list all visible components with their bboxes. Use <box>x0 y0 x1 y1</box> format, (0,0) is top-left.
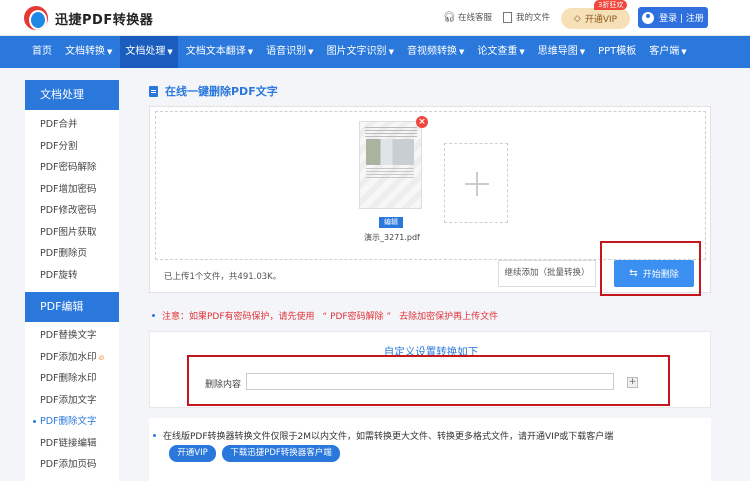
fire-icon: 🔥︎ <box>98 352 105 362</box>
nav-item-doc-convert[interactable]: 文档转换 ▼ <box>60 36 117 68</box>
sidebar-item-pdf-extract-images[interactable]: PDF图片获取 <box>25 222 119 244</box>
sidebar-item-pdf-remove-watermark[interactable]: PDF删除水印 <box>25 368 119 390</box>
nav-item-ppt[interactable]: PPT模板 <box>593 36 641 68</box>
notice-suffix: 去除加密保护再上传文件 <box>399 312 499 322</box>
diamond-icon: ◇ <box>573 13 581 24</box>
login-register-button[interactable]: 登录 | 注册 <box>638 7 708 28</box>
nav-item-translate[interactable]: 文档文本翻译 ▼ <box>181 36 258 68</box>
sidebar-item-pdf-add-watermark[interactable]: PDF添加水印 🔥︎ <box>25 347 119 369</box>
thumbnail-photo <box>366 139 414 165</box>
continue-add-button[interactable]: 继续添加（批量转换） <box>498 260 596 287</box>
nav-item-plagiarism[interactable]: 论文查重 ▼ <box>472 36 529 68</box>
logo[interactable]: 迅捷PDF转换器 <box>24 6 153 30</box>
promo-panel: 在线版PDF转换器转换文件仅限于2M以内文件，如需转换更大文件、转换更多格式文件… <box>149 418 711 481</box>
highlight-box-field <box>187 355 670 406</box>
nav-label: 音视频转换 <box>406 46 457 57</box>
open-vip-button[interactable]: ◇ 开通VIP <box>561 8 630 29</box>
nav-label: 文档文本翻译 <box>185 46 246 57</box>
sidebar-item-label: PDF添加水印 <box>40 351 97 363</box>
document-icon <box>149 85 158 97</box>
sidebar-item-label: PDF删除文字 <box>40 416 97 427</box>
logo-text: 迅捷PDF转换器 <box>55 12 154 28</box>
nav-label: 语音识别 <box>266 46 307 57</box>
bullet-dot-icon <box>152 314 155 317</box>
sidebar-item-pdf-edit-links[interactable]: PDF链接编辑 <box>25 433 119 455</box>
notice-prefix: 注意：如果PDF有密码保护，请先使用 <box>162 312 315 322</box>
user-icon <box>642 11 655 24</box>
sidebar-section-doc-process: 文档处理 <box>25 80 119 110</box>
sidebar-item-pdf-unlock[interactable]: PDF密码解除 <box>25 157 119 179</box>
password-notice: 注意：如果PDF有密码保护，请先使用 “ PDF密码解除 ” 去除加密保护再上传… <box>152 309 498 322</box>
pdf-thumbnail[interactable] <box>359 121 422 209</box>
sidebar-item-pdf-add-page-numbers[interactable]: PDF添加页码 <box>25 454 119 476</box>
login-register-label: 登录 | 注册 <box>659 14 704 24</box>
upload-summary: 已上传1个文件，共491.03K。 <box>164 272 282 282</box>
sidebar-item-pdf-add-text[interactable]: PDF添加文字 <box>25 390 119 412</box>
file-dropzone[interactable] <box>155 111 706 260</box>
sidebar-item-pdf-replace-text[interactable]: PDF替换文字 <box>25 325 119 347</box>
thumbnail-header-lines <box>365 127 417 137</box>
remove-file-icon[interactable]: × <box>416 116 428 128</box>
thumbnail-text-lines <box>366 168 414 178</box>
caret-down-icon: ▼ <box>681 48 687 56</box>
caret-down-icon: ▼ <box>107 48 113 56</box>
plus-icon-vertical <box>476 172 478 196</box>
download-client-button[interactable]: 下载迅捷PDF转换器客户端 <box>222 445 340 462</box>
nav-label: 图片文字识别 <box>326 46 387 57</box>
file-name: 演示_3271.pdf <box>364 233 420 242</box>
page-title-text: 在线一键删除PDF文字 <box>165 85 278 98</box>
caret-down-icon: ▼ <box>308 48 314 56</box>
my-files-label: 我的文件 <box>516 13 551 23</box>
promo-text: 在线版PDF转换器转换文件仅限于2M以内文件，如需转换更大文件、转换更多格式文件… <box>153 429 613 442</box>
headset-icon: 🎧︎ <box>443 11 456 23</box>
logo-icon <box>24 6 48 30</box>
nav-label: 客户端 <box>649 46 680 57</box>
nav-item-mindmap[interactable]: 思维导图 ▼ <box>533 36 590 68</box>
sidebar-item-pdf-merge[interactable]: PDF合并 <box>25 114 119 136</box>
nav-item-home[interactable]: 首页 <box>27 36 57 68</box>
nav-item-doc-process[interactable]: 文档处理 ▼ <box>120 36 178 68</box>
customer-service-link[interactable]: 🎧︎ 在线客服 <box>443 11 493 24</box>
sidebar-item-pdf-delete-pages[interactable]: PDF删除页 <box>25 243 119 265</box>
caret-down-icon: ▼ <box>458 48 465 56</box>
file-icon <box>503 11 512 23</box>
page-title: 在线一键删除PDF文字 <box>149 83 278 99</box>
caret-down-icon: ▼ <box>167 48 173 56</box>
add-file-box[interactable] <box>444 143 508 223</box>
nav-label: 首页 <box>32 46 52 57</box>
sidebar-item-pdf-add-password[interactable]: PDF增加密码 <box>25 179 119 201</box>
caret-down-icon: ▼ <box>388 48 394 56</box>
vip-promo-badge: 3折狂欢 <box>594 0 628 10</box>
nav-item-speech[interactable]: 语音识别 ▼ <box>261 36 318 68</box>
nav-label: 文档处理 <box>125 46 166 57</box>
nav-label: 文档转换 <box>65 46 105 57</box>
sidebar: 文档处理 PDF合并 PDF分割 PDF密码解除 PDF增加密码 PDF修改密码… <box>25 80 119 481</box>
nav-item-av-convert[interactable]: 音视频转换 ▼ <box>402 36 469 68</box>
main-nav: 首页 文档转换 ▼ 文档处理 ▼ 文档文本翻译 ▼ 语音识别 ▼ 图片文字识别 ▼ 音视频… <box>0 36 750 68</box>
pdf-unlock-link[interactable]: “ PDF密码解除 ” <box>323 309 392 322</box>
caret-down-icon: ▼ <box>579 48 586 56</box>
bullet-dot-icon <box>153 434 156 437</box>
nav-item-client[interactable]: 客户端 ▼ <box>644 36 691 68</box>
nav-label: 论文查重 <box>477 46 518 57</box>
sidebar-item-pdf-rotate[interactable]: PDF旋转 <box>25 265 119 287</box>
sidebar-section-pdf-edit: PDF编辑 <box>25 292 119 322</box>
promo-message: 在线版PDF转换器转换文件仅限于2M以内文件，如需转换更大文件、转换更多格式文件… <box>163 432 614 442</box>
active-dot-icon <box>33 420 36 423</box>
promo-open-vip-button[interactable]: 开通VIP <box>169 445 216 462</box>
nav-label: PPT模板 <box>598 46 637 57</box>
caret-down-icon: ▼ <box>247 48 254 56</box>
customer-service-label: 在线客服 <box>458 13 493 23</box>
open-vip-label: 开通VIP <box>584 15 618 25</box>
caret-down-icon: ▼ <box>519 48 525 56</box>
sidebar-item-pdf-delete-text[interactable]: PDF删除文字 <box>25 411 119 433</box>
nav-label: 思维导图 <box>537 46 578 57</box>
sidebar-item-pdf-change-password[interactable]: PDF修改密码 <box>25 200 119 222</box>
my-files-link[interactable]: 我的文件 <box>503 11 550 23</box>
edit-file-button[interactable]: 编辑 <box>379 217 403 228</box>
highlight-box-start <box>600 241 701 296</box>
top-header: 迅捷PDF转换器 🎧︎ 在线客服 我的文件 ◇ 开通VIP 3折狂欢 登录 | … <box>0 0 750 36</box>
sidebar-item-pdf-split[interactable]: PDF分割 <box>25 136 119 158</box>
nav-item-ocr[interactable]: 图片文字识别 ▼ <box>322 36 399 68</box>
